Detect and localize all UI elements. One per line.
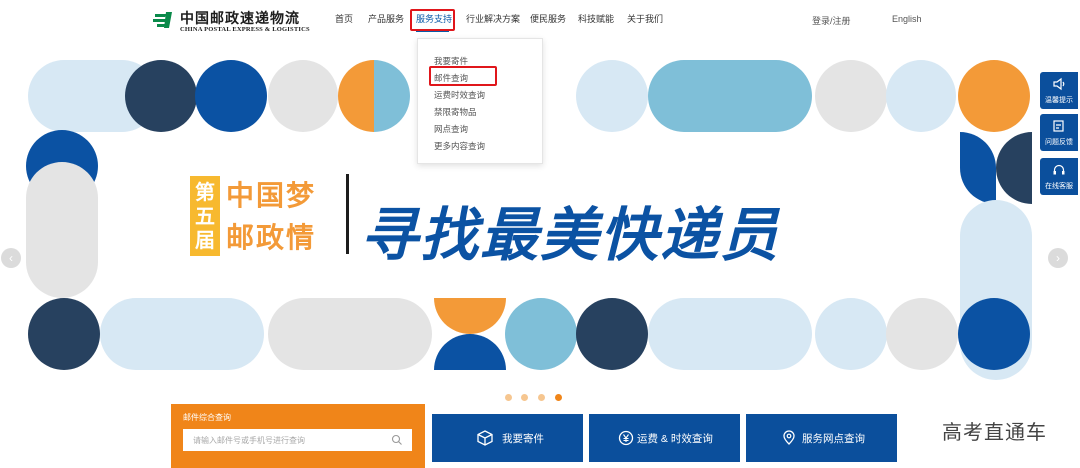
headset-icon: [1053, 164, 1065, 175]
nav-products[interactable]: 产品服务: [368, 12, 404, 25]
dropdown-item-prohibited[interactable]: 禁限寄物品: [418, 104, 542, 121]
banner-divider: [346, 174, 349, 254]
query-title: 邮件综合查询: [183, 413, 231, 422]
carousel-dot-4[interactable]: [555, 394, 562, 401]
nav-technology[interactable]: 科技赋能: [578, 12, 614, 25]
nav-about[interactable]: 关于我们: [627, 12, 663, 25]
send-mail-button[interactable]: 我要寄件: [432, 414, 583, 462]
mail-query-panel: 邮件综合查询: [171, 404, 425, 468]
slogan-bottom: 邮政情: [226, 221, 317, 254]
nav-home[interactable]: 首页: [335, 12, 353, 25]
dropdown-item-more[interactable]: 更多内容查询: [418, 138, 542, 155]
carousel-dot-2[interactable]: [521, 394, 528, 401]
send-mail-label: 我要寄件: [502, 433, 544, 445]
carousel-dot-1[interactable]: [505, 394, 512, 401]
service-support-dropdown: 我要寄件 邮件查询 运费时效查询 禁限寄物品 网点查询 更多内容查询: [417, 38, 543, 164]
slogan-top: 中国梦: [226, 179, 317, 212]
outlet-query-button[interactable]: 服务网点查询: [746, 414, 897, 462]
logo-chinese-name: 中国邮政速递物流: [180, 11, 300, 27]
logo-english-name: CHINA POSTAL EXPRESS & LOGISTICS: [180, 26, 310, 33]
nav-industry-solutions[interactable]: 行业解决方案: [466, 12, 520, 25]
watermark-text: 高考直通车: [942, 422, 1047, 444]
tip-button[interactable]: 温馨提示: [1040, 72, 1078, 109]
login-register-link[interactable]: 登录/注册: [812, 14, 851, 27]
feedback-button[interactable]: 问题反馈: [1040, 114, 1078, 151]
box-icon: [477, 430, 493, 446]
tracking-number-input[interactable]: [183, 429, 412, 451]
edit-icon: [1053, 120, 1064, 132]
badge-fifth-text: 第五届: [195, 180, 215, 252]
tip-label: 温馨提示: [1045, 97, 1073, 104]
location-icon: [783, 430, 795, 445]
dropdown-item-outlet-query[interactable]: 网点查询: [418, 121, 542, 138]
yuan-icon: [618, 430, 634, 446]
dropdown-item-fee-time-query[interactable]: 运费时效查询: [418, 87, 542, 104]
post-logo-icon: [153, 12, 172, 28]
site-logo[interactable]: 中国邮政速递物流 CHINA POSTAL EXPRESS & LOGISTIC…: [152, 8, 310, 34]
chevron-right-icon: ›: [1056, 251, 1060, 265]
search-icon[interactable]: [391, 434, 403, 446]
dropdown-item-send[interactable]: 我要寄件: [418, 53, 542, 70]
nav-convenience[interactable]: 便民服务: [530, 12, 566, 25]
feedback-label: 问题反馈: [1045, 139, 1073, 146]
carousel-dot-3[interactable]: [538, 394, 545, 401]
nav-active-underline: [416, 30, 449, 32]
nav-service-support[interactable]: 服务支持: [416, 12, 452, 25]
speaker-icon: [1053, 77, 1065, 91]
language-switch[interactable]: English: [892, 14, 922, 24]
dropdown-item-mail-query[interactable]: 邮件查询: [418, 70, 542, 87]
banner-headline: 寻找最美快递员: [360, 201, 781, 269]
fee-time-query-label: 运费 & 时效查询: [637, 433, 713, 445]
online-service-label: 在线客服: [1045, 183, 1073, 190]
banner-prev-button[interactable]: ‹: [1, 248, 21, 268]
site-header: 中国邮政速递物流 CHINA POSTAL EXPRESS & LOGISTIC…: [0, 0, 1080, 40]
chevron-left-icon: ‹: [9, 251, 13, 265]
fee-time-query-button[interactable]: 运费 & 时效查询: [589, 414, 740, 462]
online-service-button[interactable]: 在线客服: [1040, 158, 1078, 195]
banner-next-button[interactable]: ›: [1048, 248, 1068, 268]
outlet-query-label: 服务网点查询: [802, 433, 865, 445]
